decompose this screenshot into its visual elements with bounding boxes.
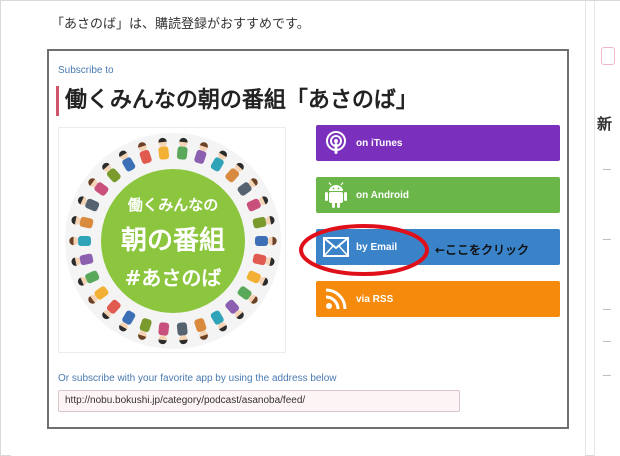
podcast-artwork: 働くみんなの 朝の番組 #あさのば <box>58 127 286 353</box>
program-title: 働くみんなの朝の番組「あさのば」 <box>56 86 418 116</box>
click-here-annotation: ←ここをクリック <box>435 243 530 257</box>
subscribe-android-button[interactable]: on Android <box>316 177 560 213</box>
subscribe-heading: Subscribe to <box>58 65 114 76</box>
sidebar-mark <box>603 239 611 240</box>
sidebar-mark <box>603 169 611 170</box>
intro-text: 「あさのば」は、購読登録がおすすめです。 <box>51 17 310 32</box>
subscribe-itunes-button[interactable]: on iTunes <box>316 125 560 161</box>
email-icon <box>318 229 354 265</box>
rss-button-label: via RSS <box>356 293 394 305</box>
subscribe-widget: Subscribe to 働くみんなの朝の番組「あさのば」 働くみんなの 朝の番… <box>47 49 569 429</box>
sidebar-mark <box>603 341 611 342</box>
rss-icon <box>318 281 354 317</box>
subscribe-alt-text: Or subscribe with your favorite app by u… <box>58 373 337 384</box>
sidebar-heading-char: 新 <box>597 115 613 133</box>
sidebar-widget[interactable] <box>601 47 615 65</box>
artwork-line3: #あさのば <box>125 266 222 290</box>
sidebar-mark <box>603 375 611 376</box>
itunes-button-label: on iTunes <box>356 137 403 149</box>
email-button-label: by Email <box>356 241 398 253</box>
android-button-label: on Android <box>356 189 409 201</box>
crowd-person <box>255 236 277 246</box>
artwork-line1: 働くみんなの <box>127 196 219 214</box>
android-icon <box>318 177 354 213</box>
artwork-line2: 朝の番組 <box>121 225 225 256</box>
crowd-person <box>69 236 91 246</box>
subscribe-rss-button[interactable]: via RSS <box>316 281 560 317</box>
right-sidebar: 新 <box>594 1 620 456</box>
screenshot-frame: 新 「あさのば」は、購読登録がおすすめです。 Subscribe to 働くみん… <box>0 0 620 456</box>
podcast-icon <box>318 125 354 161</box>
feed-url-field[interactable]: http://nobu.bokushi.jp/category/podcast/… <box>58 390 460 412</box>
sidebar-mark <box>603 309 611 310</box>
artwork-graphic: 働くみんなの 朝の番組 #あさのば <box>65 133 281 349</box>
